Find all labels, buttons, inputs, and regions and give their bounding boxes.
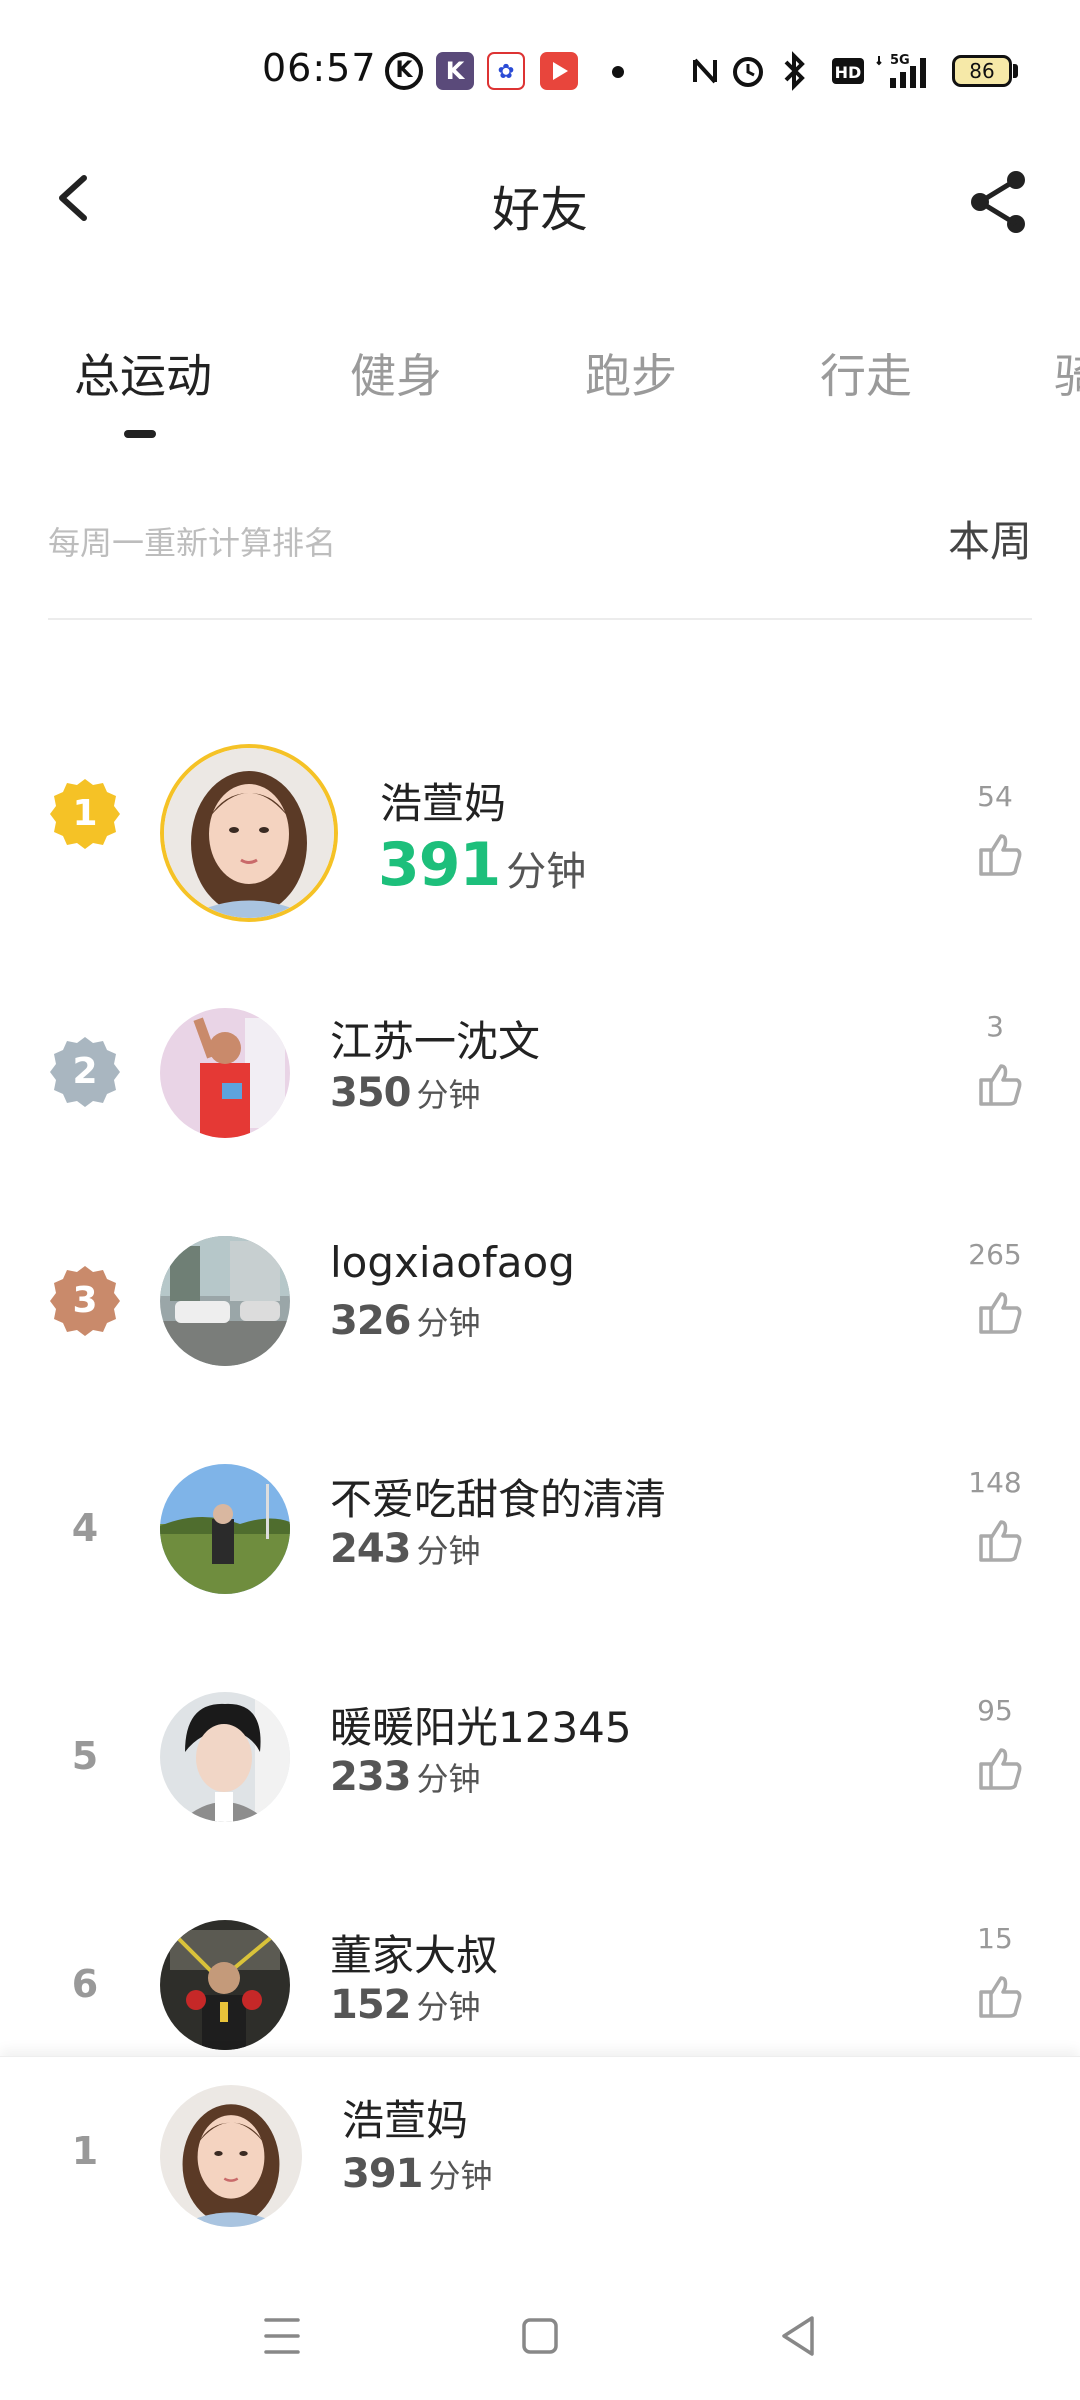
status-time: 06:57 [262, 46, 377, 90]
tab-cycling[interactable]: 骑 [1054, 340, 1080, 406]
silver-medal-icon: 2 [48, 1035, 122, 1109]
like-count: 95 [977, 1694, 1013, 1727]
battery-icon: 86 [952, 55, 1012, 87]
thumbs-up-icon[interactable] [975, 1744, 1025, 1794]
minutes-value: 326 分钟 [330, 1298, 481, 1344]
gold-medal-icon: 1 [48, 777, 122, 851]
my-avatar[interactable] [160, 2085, 302, 2227]
alarm-icon [730, 50, 766, 92]
minutes-value: 350 分钟 [330, 1070, 481, 1116]
rank-number: 6 [71, 1962, 99, 2006]
network-label: 5G [890, 53, 910, 68]
share-icon[interactable] [958, 162, 1038, 242]
ranking-row[interactable]: 6 董家大叔 152 分钟 15 [0, 1872, 1080, 2072]
video-icon [540, 52, 578, 90]
ranking-row[interactable]: 3 logxiaofaog 326 分钟 265 [0, 1188, 1080, 1418]
back-triangle-icon[interactable] [758, 2296, 838, 2376]
thumbs-up-icon[interactable] [975, 1516, 1025, 1566]
k-app-icon: K [436, 52, 474, 90]
rank-number: 3 [72, 1280, 98, 1321]
system-nav-bar [0, 2266, 1080, 2400]
minutes-number: 233 [330, 1754, 411, 1800]
ranking-row[interactable]: 1 浩萱妈 391 分钟 54 [0, 680, 1080, 940]
ranking-row[interactable]: 2 江苏一沈文 350 分钟 3 [0, 960, 1080, 1190]
like-count: 54 [977, 780, 1013, 813]
my-minutes-number: 391 [342, 2151, 423, 2197]
friend-name: 暖暖阳光12345 [330, 1703, 632, 1752]
rank-number: 1 [72, 793, 98, 834]
thumbs-up-icon[interactable] [975, 830, 1025, 880]
avatar[interactable] [160, 1008, 290, 1138]
tab-walking[interactable]: 行走 [820, 340, 912, 406]
signal-icon: 5G [876, 50, 940, 92]
rank-number: 4 [71, 1506, 99, 1550]
minutes-number: 326 [330, 1298, 411, 1344]
minutes-number: 391 [378, 830, 501, 900]
ranking-reset-note: 每周一重新计算排名 [48, 524, 337, 562]
thumbs-up-icon[interactable] [975, 1288, 1025, 1338]
friend-name: logxiaofaog [330, 1238, 575, 1287]
ranking-row[interactable]: 4 不爱吃甜食的清清 243 分钟 148 [0, 1416, 1080, 1646]
svg-text:HD: HD [835, 63, 862, 82]
sport-tabs: 总运动 健身 跑步 行走 骑 [0, 320, 1080, 440]
minutes-number: 152 [330, 1982, 411, 2028]
rank-number: 2 [72, 1051, 98, 1092]
my-ranking-card[interactable]: 1 浩萱妈 391 分钟 [0, 2056, 1080, 2266]
tab-running[interactable]: 跑步 [585, 340, 677, 406]
hd-icon: HD [830, 50, 866, 92]
battery-tip [1013, 64, 1018, 78]
minutes-number: 350 [330, 1070, 411, 1116]
tab-fitness[interactable]: 健身 [350, 340, 442, 406]
minutes-unit: 分钟 [416, 1076, 481, 1114]
minutes-value: 243 分钟 [330, 1526, 481, 1572]
minutes-unit: 分钟 [416, 1760, 481, 1798]
avatar[interactable] [160, 1920, 290, 2050]
my-rank-number: 1 [71, 2129, 99, 2173]
k-circle-icon: K [385, 52, 423, 90]
friend-name: 江苏一沈文 [330, 1017, 541, 1066]
avatar[interactable] [160, 1692, 290, 1822]
minutes-value: 391 分钟 [378, 830, 586, 900]
avatar[interactable] [160, 1236, 290, 1366]
minutes-unit: 分钟 [416, 1304, 481, 1342]
like-count: 265 [968, 1238, 1022, 1271]
menu-icon[interactable] [242, 2296, 322, 2376]
friend-name: 不爱吃甜食的清清 [330, 1475, 667, 1524]
rank-number: 5 [71, 1734, 99, 1778]
status-bar: 06:57 K K ✿ HD 5G 86 [0, 0, 1080, 140]
ranking-row[interactable]: 5 暖暖阳光12345 233 分钟 95 [0, 1644, 1080, 1874]
nfc-icon [690, 50, 720, 92]
minutes-number: 243 [330, 1526, 411, 1572]
bluetooth-icon [778, 50, 814, 92]
like-count: 3 [986, 1010, 1004, 1043]
period-selector[interactable]: 本周 [948, 508, 1032, 569]
tab-indicator [124, 430, 156, 438]
header: 好友 [0, 140, 1080, 260]
my-minutes-value: 391 分钟 [342, 2151, 493, 2197]
thumbs-up-icon[interactable] [975, 1060, 1025, 1110]
minutes-unit: 分钟 [506, 849, 587, 895]
like-count: 148 [968, 1466, 1022, 1499]
ranking-info-row: 每周一重新计算排名 本周 [48, 500, 1032, 620]
minutes-value: 152 分钟 [330, 1982, 481, 2028]
my-name: 浩萱妈 [342, 2096, 469, 2145]
like-count: 15 [977, 1922, 1013, 1955]
thumbs-up-icon[interactable] [975, 1972, 1025, 2022]
minutes-unit: 分钟 [416, 1532, 481, 1570]
minutes-unit: 分钟 [428, 2157, 493, 2195]
bronze-medal-icon: 3 [48, 1264, 122, 1338]
dot-icon [612, 66, 624, 78]
friend-name: 浩萱妈 [380, 779, 507, 828]
minutes-value: 233 分钟 [330, 1754, 481, 1800]
friend-name: 董家大叔 [330, 1931, 499, 1980]
home-icon[interactable] [500, 2296, 580, 2376]
minutes-unit: 分钟 [416, 1988, 481, 2026]
tab-total[interactable]: 总运动 [74, 340, 212, 406]
page-title: 好友 [491, 182, 588, 238]
avatar[interactable] [160, 744, 338, 922]
baidu-icon: ✿ [487, 52, 525, 90]
avatar[interactable] [160, 1464, 290, 1594]
